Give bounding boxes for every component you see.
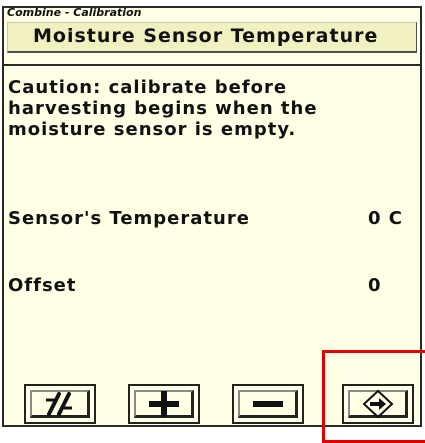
enter-button[interactable] xyxy=(342,384,414,424)
offset-label: Offset xyxy=(8,275,77,296)
half-icon xyxy=(46,392,72,416)
diamond-arrow-icon xyxy=(362,389,394,419)
offset-value: 0 xyxy=(368,275,382,296)
header-divider xyxy=(4,64,420,66)
page-title: Moisture Sensor Temperature xyxy=(33,25,379,47)
calibration-screen: Combine - Calibration Moisture Sensor Te… xyxy=(0,0,425,443)
window-title: Combine - Calibration xyxy=(7,6,142,19)
calibration-panel: Combine - Calibration Moisture Sensor Te… xyxy=(2,6,422,427)
half-button[interactable] xyxy=(24,384,96,424)
caution-message: Caution: calibrate before harvesting beg… xyxy=(8,77,318,140)
page-header: Moisture Sensor Temperature xyxy=(7,22,417,53)
sensor-temperature-label: Sensor's Temperature xyxy=(8,208,250,229)
minus-icon xyxy=(253,401,283,407)
window-title-bar: Combine - Calibration xyxy=(4,6,420,21)
sensor-temperature-value: 0 C xyxy=(368,208,404,229)
plus-icon xyxy=(149,391,179,417)
decrease-button[interactable] xyxy=(232,384,304,424)
increase-button[interactable] xyxy=(128,384,200,424)
